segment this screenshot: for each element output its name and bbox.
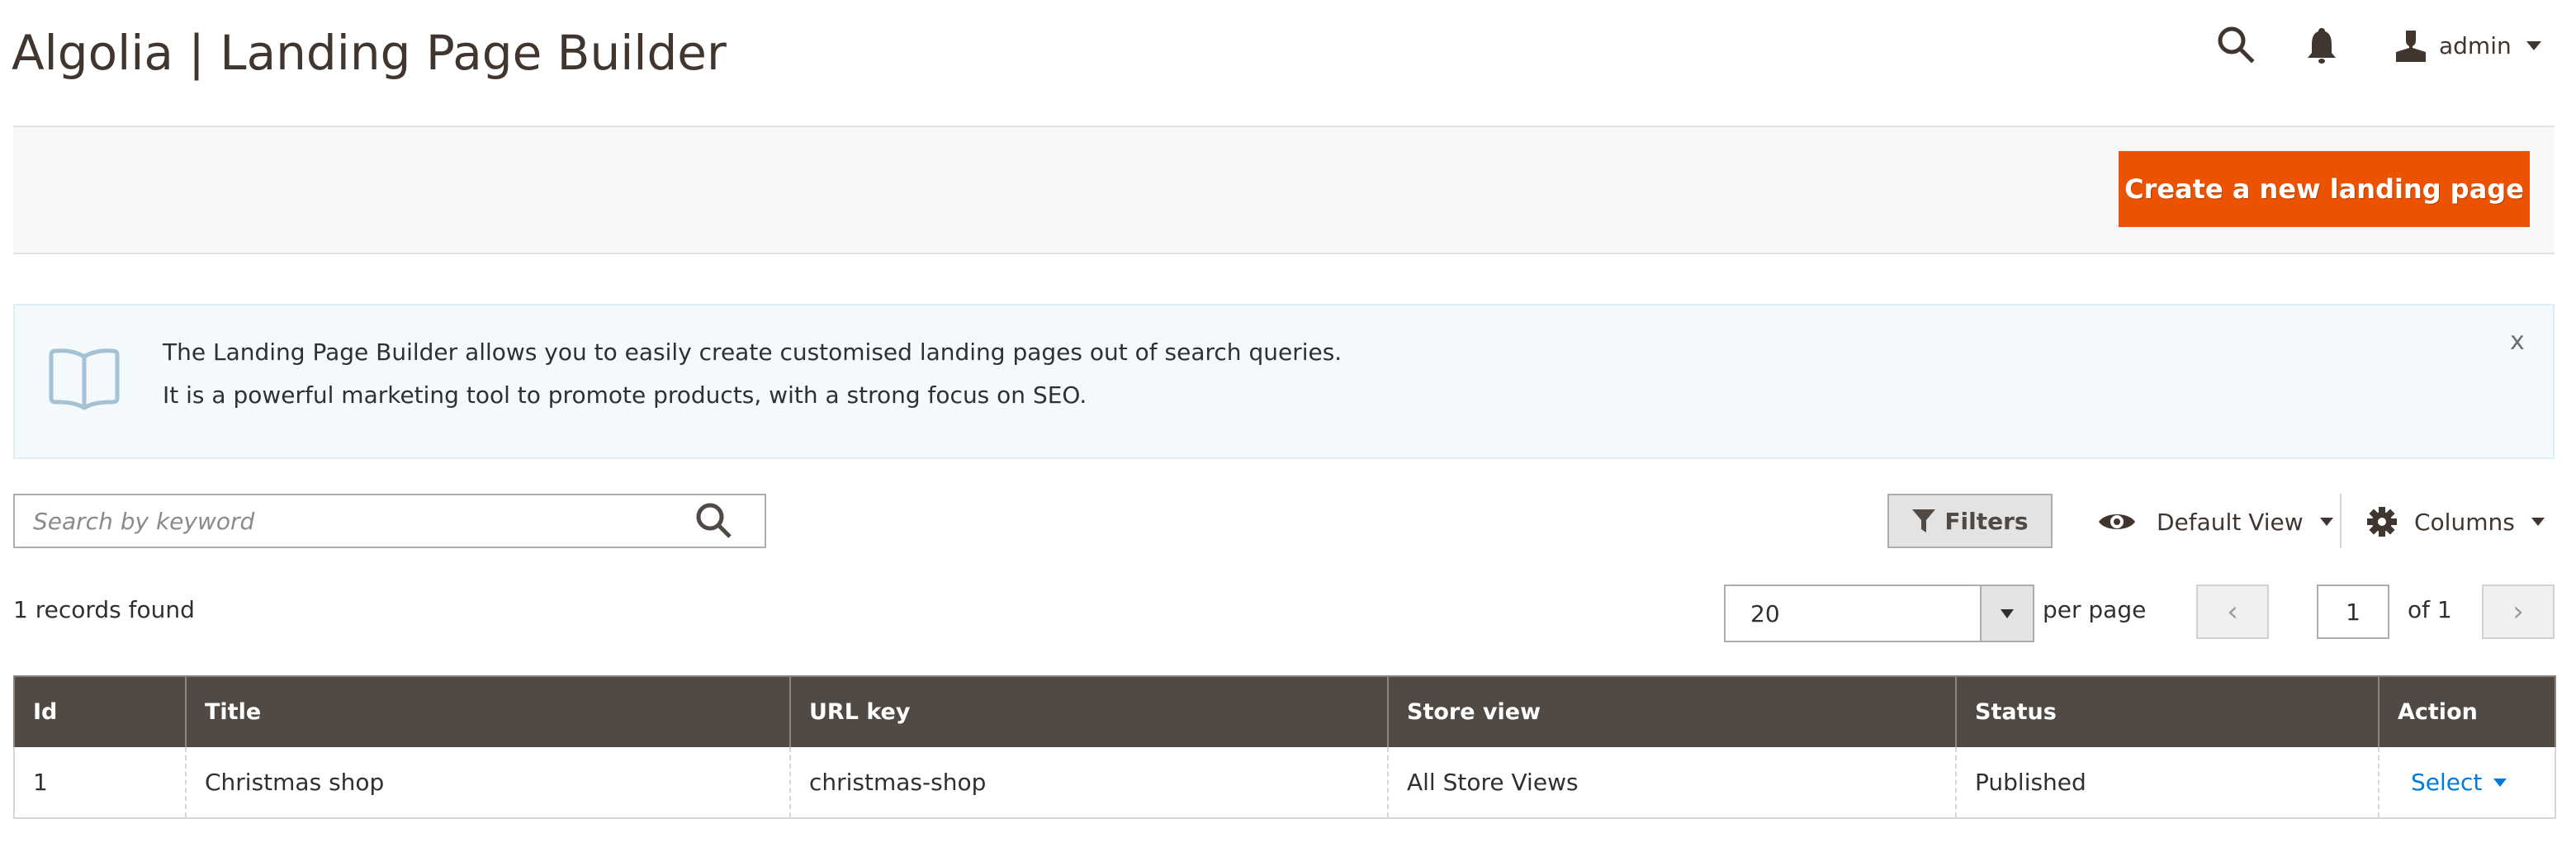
search-input[interactable]: [15, 495, 765, 547]
chevron-down-icon: [2493, 778, 2507, 787]
current-page-input[interactable]: [2317, 585, 2389, 639]
chevron-down-icon: [2319, 518, 2333, 526]
columns-button[interactable]: Columns: [2366, 497, 2545, 547]
per-page-label: per page: [2043, 596, 2147, 623]
column-header-action: Action: [2378, 675, 2556, 747]
per-page-toggle[interactable]: [1980, 586, 2033, 641]
eye-icon: [2099, 514, 2135, 529]
column-header-title[interactable]: Title: [185, 675, 791, 747]
user-menu[interactable]: admin: [2394, 26, 2541, 64]
filters-label: Filters: [1944, 507, 2029, 535]
cell-status: Published: [1955, 747, 2379, 819]
notifications-button[interactable]: [2305, 26, 2338, 64]
total-pages: of 1: [2408, 596, 2452, 623]
cell-id: 1: [13, 747, 186, 819]
view-switcher[interactable]: Default View: [2097, 497, 2333, 547]
column-header-status[interactable]: Status: [1955, 675, 2379, 747]
filter-icon: [1912, 509, 1936, 532]
cell-store-view: All Store Views: [1387, 747, 1956, 819]
chevron-down-icon: [2001, 608, 2014, 618]
gear-icon: [2367, 507, 2397, 537]
table-row[interactable]: 1 Christmas shop christmas-shop All Stor…: [13, 747, 2556, 819]
row-action-label: Select: [2411, 769, 2483, 796]
info-text-line-1: The Landing Page Builder allows you to e…: [163, 338, 1342, 366]
row-action-select[interactable]: Select: [2398, 769, 2507, 796]
landing-pages-grid: Id Title URL key Store view Status Actio…: [13, 675, 2556, 819]
keyword-search: [13, 494, 766, 548]
global-search-button[interactable]: [2216, 25, 2256, 64]
chevron-down-icon: [2526, 40, 2541, 50]
create-landing-page-button[interactable]: Create a new landing page: [2119, 151, 2530, 227]
cell-action: Select: [2378, 747, 2556, 819]
columns-label: Columns: [2414, 508, 2515, 536]
column-header-url-key[interactable]: URL key: [789, 675, 1389, 747]
column-header-id[interactable]: Id: [13, 675, 187, 747]
next-page-button[interactable]: ›: [2482, 585, 2555, 639]
user-icon: [2396, 31, 2426, 62]
filters-button[interactable]: Filters: [1887, 494, 2053, 548]
bell-icon: [2308, 28, 2336, 64]
info-text-line-2: It is a powerful marketing tool to promo…: [163, 381, 1087, 409]
per-page-value: 20: [1750, 599, 1780, 627]
cell-url-key: christmas-shop: [789, 747, 1388, 819]
user-name: admin: [2439, 31, 2512, 59]
search-icon: [2218, 26, 2255, 64]
close-message-button[interactable]: x: [2510, 327, 2525, 356]
toolbar-divider: [2340, 494, 2342, 548]
per-page-select[interactable]: 20: [1724, 585, 2034, 642]
grid-header-row: Id Title URL key Store view Status Actio…: [13, 675, 2556, 747]
view-label: Default View: [2157, 508, 2304, 536]
book-icon: [49, 348, 120, 410]
column-header-store-view[interactable]: Store view: [1387, 675, 1957, 747]
cell-title: Christmas shop: [185, 747, 790, 819]
search-icon: [696, 503, 732, 538]
records-count: 1 records found: [13, 596, 195, 623]
search-submit-button[interactable]: [694, 500, 735, 542]
page-title: Algolia | Landing Page Builder: [12, 25, 727, 81]
chevron-down-icon: [2531, 518, 2545, 526]
previous-page-button[interactable]: ‹: [2196, 585, 2269, 639]
